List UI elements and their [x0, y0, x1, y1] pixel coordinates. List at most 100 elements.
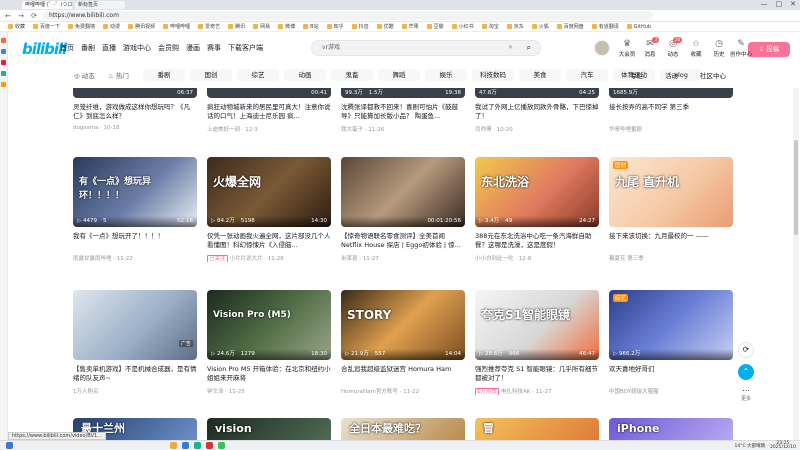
search-input[interactable]: vr游戏 ✕ ⌕: [311, 40, 541, 56]
nav-item[interactable]: 游戏中心: [123, 43, 151, 53]
channel-chip[interactable]: 汽车: [566, 69, 608, 81]
thumbnail[interactable]: 火爆全网 ▷ 84.2万 5198 14:30: [207, 157, 331, 227]
maximize-button[interactable]: □: [776, 0, 783, 8]
header-action-0[interactable]: ♛ 大会员: [616, 39, 638, 58]
uploader-info[interactable]: 小小白到此一吃 · 12-8: [475, 254, 599, 262]
channel-chip[interactable]: 鬼畜: [331, 69, 373, 81]
bookmark-item[interactable]: 抖音: [351, 23, 369, 30]
uploader-info[interactable]: 1万点赞 电扎科技AK · 11-27: [475, 387, 599, 395]
bookmark-item[interactable]: 小红书: [451, 23, 474, 30]
channel-chip[interactable]: 娱乐: [425, 69, 467, 81]
video-card[interactable]: 有《一点》想玩异环！！！！ ▷ 4479 5 02:16 我有《一点》想玩开了！！！！ 雨…: [73, 157, 197, 262]
app-icon[interactable]: [182, 442, 189, 449]
thumbnail-strip[interactable]: 00:41: [207, 88, 331, 98]
thumbnail[interactable]: STORY ▷ 21.9万 557 14:04: [341, 290, 465, 360]
uploader-info[interactable]: 已关注 小片片说大片 · 11-26: [207, 254, 331, 262]
video-title[interactable]: 灵笼纤维，游戏做成这样你想玩吗？《凡仁》到底怎么样？: [73, 103, 197, 121]
video-title[interactable]: 接长按弄的高不同学 第三季: [609, 103, 733, 121]
thumbnail-strip[interactable]: 1685.9万: [609, 88, 733, 98]
video-card[interactable]: 00:41 疯狂动物城新来的居民里可真大！注意你说话的口气！上海迪士尼乐园 疯..…: [207, 88, 331, 133]
header-action-5[interactable]: ✎ 创作中心: [730, 39, 752, 58]
nav-item[interactable]: 会员购: [158, 43, 179, 53]
uploader-info[interactable]: 钟文泽 · 11-25: [207, 387, 331, 395]
uploader-info[interactable]: 司师傅 · 10-20: [475, 125, 599, 133]
reload-icon[interactable]: ⟳: [30, 12, 38, 20]
app-icon[interactable]: [194, 442, 201, 449]
search-icon[interactable]: ⌕: [527, 41, 531, 55]
bookmark-item[interactable]: 动漫: [103, 23, 120, 30]
video-title[interactable]: 疯狂动物城新来的居民里可真大！注意你说话的口气！上海迪士尼乐园 疯...: [207, 103, 331, 121]
video-title[interactable]: 沈腾张译都救不回来！喜剧可怕片《鼓鼓导》只能算加长版小品？ 陶蛋鱼...: [341, 103, 465, 121]
bookmark-item[interactable]: 知乎: [326, 23, 344, 30]
channel-chip[interactable]: 科技数码: [472, 69, 514, 81]
thumbnail[interactable]: 东北洗浴 ▷ 3.4万 49 24:27: [475, 157, 599, 227]
nav-item[interactable]: 漫画: [186, 43, 200, 53]
video-title[interactable]: 388元在东北洗浴中心吃一条汽海鲜自助餐？这哪是洗澡，这是度假！: [475, 232, 599, 250]
thumbnail-strip[interactable]: 47.8万 04:25: [475, 88, 599, 98]
thumbnail[interactable]: 综艺 ▷ 966.2万: [609, 290, 733, 360]
uploader-info[interactable]: 华哥哔哩番剧: [609, 125, 733, 133]
app-icon[interactable]: [1, 82, 6, 87]
bookmark-item[interactable]: 收藏: [8, 23, 25, 30]
bookmark-item[interactable]: 微博: [278, 23, 295, 30]
bookmark-item[interactable]: 豆瓣: [426, 23, 444, 30]
video-title[interactable]: 【惊奇物语联名零食测评】全美首闻 Netflix House 探店 | Eggo…: [341, 232, 465, 250]
refresh-feed-button[interactable]: ⟳: [738, 342, 754, 358]
avatar[interactable]: [594, 40, 610, 56]
back-icon[interactable]: ←: [4, 12, 12, 20]
thumbnail[interactable]: 九尾 直升机 国创: [609, 157, 733, 227]
video-title[interactable]: Vision Pro M5 开箱体验：在北京和纽约小姐姐来开麻将: [207, 365, 331, 383]
uploader-info[interactable]: 中国BOY超级大猩猩: [609, 387, 733, 395]
channel-chip[interactable]: 番剧: [143, 69, 185, 81]
video-card[interactable]: 47.8万 04:25 我试了外网上亿播放同款外骨骼，下巴惊掉了！ 司师傅 · 10-…: [475, 88, 599, 133]
channel-link[interactable]: 社区中心: [700, 70, 726, 80]
video-card[interactable]: 综艺 ▷ 966.2万欢天喜地好哥们中国BOY超级大猩猩: [609, 290, 733, 395]
forward-icon[interactable]: →: [17, 12, 25, 20]
app-icon[interactable]: [170, 442, 177, 449]
bookmark-item[interactable]: 腾讯视频: [128, 23, 155, 30]
scrollbar-thumb[interactable]: [794, 140, 798, 235]
video-card[interactable]: 九尾 直升机 国创 接下来该切换：九月最校的一 —— 暮夏花 第三季: [609, 157, 733, 262]
thumbnail-strip[interactable]: 06:37: [73, 88, 197, 98]
bookmark-item[interactable]: 淘宝: [481, 23, 499, 30]
video-title[interactable]: 合乱追我超级监狱迷宫 Homura Ham: [341, 365, 465, 383]
bookmark-item[interactable]: B站: [303, 23, 319, 30]
video-card[interactable]: 夸克S1智能眼镜 ▷ 29.8万 966 46:47 强烈推荐夸克 S1 智能眼镜：几乎…: [475, 290, 599, 395]
channel-link[interactable]: 活动: [665, 70, 678, 80]
uploader-info[interactable]: 米莱喜 · 11-27: [341, 254, 465, 262]
video-card[interactable]: 1685.9万接长按弄的高不同学 第三季华哥哔哩番剧: [609, 88, 733, 133]
bookmark-item[interactable]: 免费翻墙: [68, 23, 95, 30]
channel-chip[interactable]: 舞蹈: [378, 69, 420, 81]
bookmark-item[interactable]: 优酷: [376, 23, 394, 30]
thumbnail[interactable]: 冒: [475, 418, 599, 440]
thumbnail[interactable]: 全日本最难吃？: [341, 418, 465, 440]
thumbnail-strip[interactable]: 99.3万 1.5万 19:38: [341, 88, 465, 98]
browser-tab[interactable]: 哔哩哔哩 (゜-゜)つロ 干杯~-bilibili: [22, 1, 72, 9]
bookmark-item[interactable]: 爱奇艺: [198, 23, 220, 30]
video-title[interactable]: 强烈推荐夸克 S1 智能眼镜：几乎所有细节都被对了！: [475, 365, 599, 383]
video-title[interactable]: 欢天喜地好哥们: [609, 365, 733, 383]
bookmark-item[interactable]: 腾讯: [228, 23, 245, 30]
uploader-info[interactable]: 1万人购买: [73, 387, 197, 395]
uploader-info[interactable]: 上迪美好一刻 · 12-3: [207, 125, 331, 133]
channel-chip[interactable]: 综艺: [237, 69, 279, 81]
uploader-info[interactable]: 我大蛋子 · 11-26: [341, 125, 465, 133]
browser-tab[interactable]: 新标签页: [75, 1, 125, 9]
nav-item[interactable]: 赛事: [207, 43, 221, 53]
uploader-info[interactable]: HomuraHam官方账号 · 11-22: [341, 387, 465, 395]
bookmark-item[interactable]: 火狐: [531, 23, 549, 30]
bookmark-item[interactable]: 芒果: [401, 23, 419, 30]
video-card[interactable]: STORY ▷ 21.9万 557 14:04 合乱追我超级监狱迷宫 Homura Ha…: [341, 290, 465, 395]
thumbnail[interactable]: iPhone: [609, 418, 733, 440]
thumbnail[interactable]: 广告: [73, 290, 197, 360]
video-title[interactable]: 我有《一点》想玩开了！！！！: [73, 232, 197, 250]
nav-item[interactable]: 番剧: [81, 43, 95, 53]
nav-item[interactable]: 首页: [60, 43, 74, 53]
bookmark-item[interactable]: 有道翻译: [591, 23, 619, 30]
clear-icon[interactable]: ✕: [508, 41, 513, 55]
thumbnail[interactable]: Vision Pro (M5) ▷ 24.6万 1279 18:30: [207, 290, 331, 360]
channel-link[interactable]: 专栏: [630, 70, 643, 80]
uploader-info[interactable]: 雨露甘露雨哔哩 · 11-22: [73, 254, 197, 262]
uploader-info[interactable]: dogsama · 10-18: [73, 125, 197, 131]
minimize-button[interactable]: —: [761, 0, 768, 8]
